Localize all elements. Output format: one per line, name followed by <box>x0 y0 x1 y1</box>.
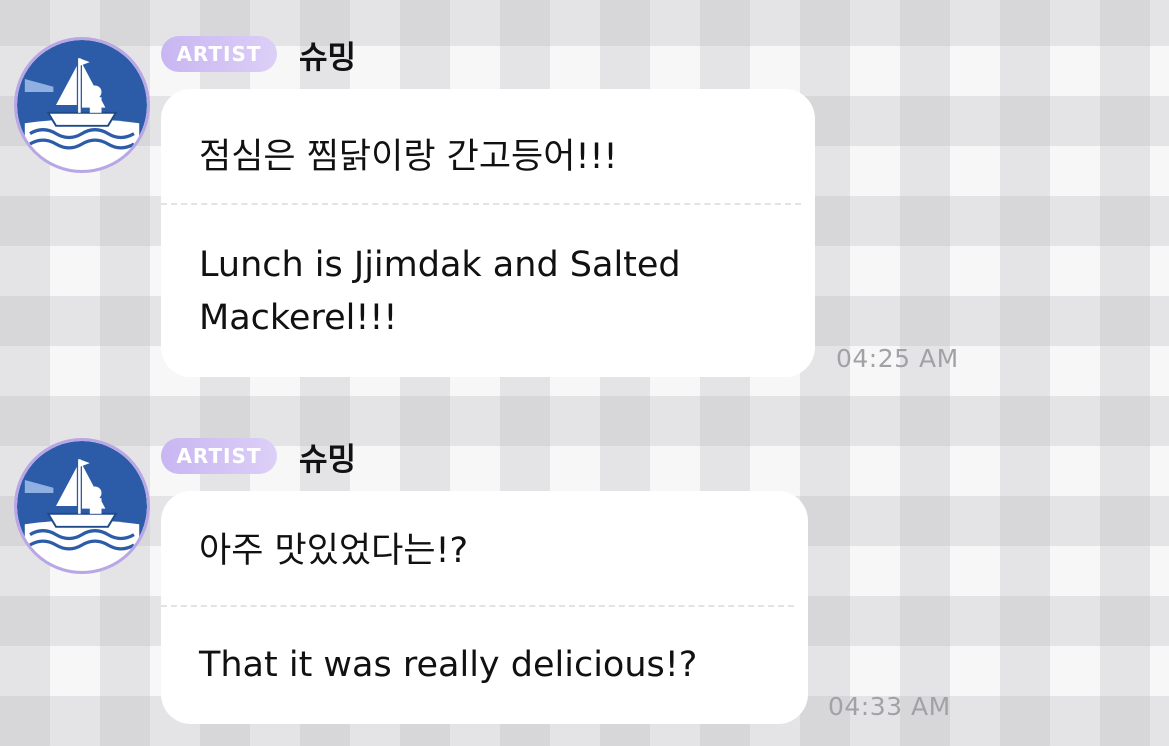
sender-avatar[interactable] <box>14 438 150 574</box>
chat-message-2: ARTIST 슈밍 아주 맛있었다는!? That it was really … <box>0 0 1169 746</box>
message-header: ARTIST 슈밍 <box>161 434 356 479</box>
artist-badge: ARTIST <box>161 438 277 474</box>
original-text: 아주 맛있었다는!? <box>199 531 469 571</box>
ship-sailor-avatar-icon <box>17 441 147 571</box>
translation-divider <box>161 605 794 607</box>
chat-screen: { "messages": [ { "badge": "ARTIST", "se… <box>0 0 1169 746</box>
message-bubble[interactable]: 아주 맛있었다는!? That it was really delicious!… <box>161 491 808 724</box>
message-timestamp: 04:33 AM <box>828 692 951 721</box>
translation-line-1: That it was really delicious!? <box>199 645 698 685</box>
sender-name[interactable]: 슈밍 <box>299 434 356 479</box>
